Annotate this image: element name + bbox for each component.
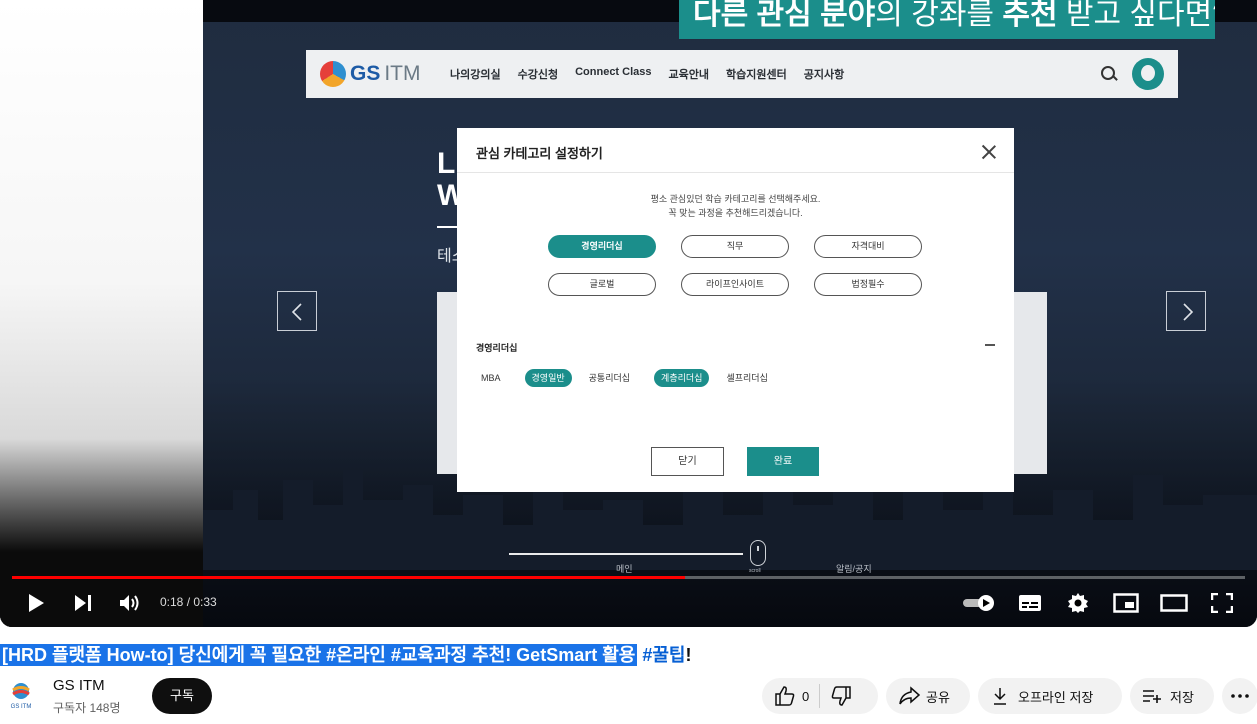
dialog-desc-line: 평소 관심있던 학습 카테고리를 선택해주세요.	[650, 194, 821, 204]
site-nav-item: 나의강의실	[450, 69, 501, 81]
add-to-playlist-icon	[1143, 690, 1161, 703]
player-controls: 0:18 / 0:33	[0, 586, 1257, 620]
bottom-label-main: 메인	[616, 564, 633, 574]
dialog-close-button: 닫기	[651, 447, 724, 476]
fullscreen-icon[interactable]	[1208, 586, 1236, 620]
channel-name[interactable]: GS ITM	[53, 677, 105, 694]
site-nav-item: Connect Class	[575, 66, 652, 78]
progress-played	[12, 576, 685, 579]
subcategory-chip: 경영일반	[524, 369, 572, 387]
duration: 0:33	[193, 595, 217, 609]
gs-logo-icon	[320, 61, 346, 87]
dialog-title: 관심 카테고리 설정하기	[476, 146, 603, 161]
site-nav-item: 수강신청	[517, 69, 559, 81]
subcategory-chip: 공통리더십	[588, 373, 631, 383]
category-chip: 경영리더십	[548, 235, 656, 258]
subcategory-chip: 셀프리더십	[726, 373, 768, 383]
site-header: GS ITM 나의강의실 수강신청 Connect Class 교육안내 학습지…	[306, 50, 1178, 98]
dislike-button[interactable]	[830, 685, 852, 707]
current-time: 0:18	[160, 595, 184, 609]
video-banner: 다른 관심 분야의 강좌를 추천 받고 싶다면?	[679, 0, 1215, 39]
video-left-strip	[0, 0, 203, 627]
play-icon[interactable]	[22, 586, 50, 620]
progress-bar[interactable]	[12, 576, 1245, 579]
interest-dialog: 관심 카테고리 설정하기 평소 관심있던 학습 카테고리를 선택해주세요. 꼭 …	[457, 128, 1014, 492]
time-display: 0:18 / 0:33	[160, 595, 217, 609]
download-label: 오프라인 저장	[1018, 689, 1094, 705]
video-title-selected: [HRD 플랫폼 How-to] 당신에게 꼭 필요한 #온라인 #교육과정 추…	[0, 644, 638, 666]
subtitles-icon[interactable]	[1016, 586, 1044, 620]
theater-mode-icon[interactable]	[1158, 586, 1190, 620]
subscribe-button[interactable]: 구독	[152, 678, 212, 714]
share-button[interactable]: 공유	[886, 678, 970, 714]
subcategory-row: MBA 경영일반 공통리더십 계층리더십 셀프리더십	[481, 369, 792, 387]
thumb-up-icon	[775, 686, 795, 706]
site-nav-item: 공지사항	[803, 69, 845, 81]
site-search-icon	[1100, 65, 1118, 83]
dialog-desc-line: 꼭 맞는 과정을 추천해드리겠습니다.	[668, 208, 803, 218]
site-profile-icon	[1132, 58, 1164, 90]
bottom-label-scroll: scroll	[749, 568, 761, 574]
scroll-mouse-icon	[750, 540, 766, 566]
video-title: [HRD 플랫폼 How-to] 당신에게 꼭 필요한 #온라인 #교육과정 추…	[0, 641, 692, 667]
category-chip: 법정필수	[814, 273, 922, 296]
subcategory-chip: MBA	[481, 373, 501, 383]
channel-avatar[interactable]: GS ITM	[8, 681, 34, 711]
more-actions-button[interactable]	[1222, 678, 1257, 714]
scroll-indicator-line	[509, 553, 743, 555]
category-chip: 글로벌	[548, 273, 656, 296]
collapse-icon	[985, 344, 995, 346]
download-button[interactable]: 오프라인 저장	[978, 678, 1122, 714]
svg-text:GS ITM: GS ITM	[11, 704, 32, 710]
like-button[interactable]: 0	[762, 685, 809, 707]
share-label: 공유	[926, 689, 950, 705]
thumb-down-icon	[831, 686, 851, 706]
title-suffix: !	[685, 645, 692, 665]
download-icon	[994, 688, 1006, 705]
miniplayer-icon[interactable]	[1112, 586, 1140, 620]
autoplay-toggle-icon[interactable]	[960, 586, 998, 620]
dialog-done-button: 완료	[747, 447, 819, 476]
share-icon	[899, 686, 920, 705]
site-logo: GS ITM	[320, 61, 430, 87]
video-player[interactable]: 다른 관심 분야의 강좌를 추천 받고 싶다면? GS ITM 나의강의실 수강…	[0, 0, 1257, 627]
site-nav-item: 학습지원센터	[726, 69, 787, 81]
logo-gs-text: GS	[350, 62, 381, 85]
settings-gear-icon[interactable]	[1064, 586, 1092, 620]
category-chip: 라이프인사이트	[681, 273, 789, 296]
dialog-divider	[457, 172, 1014, 173]
subsection-title: 경영리더십	[476, 343, 518, 353]
slide-prev-icon	[277, 291, 317, 331]
category-grid: 경영리더십 직무 자격대비 글로벌 라이프인사이트 법정필수	[548, 235, 923, 296]
subscriber-count: 구독자 148명	[53, 701, 121, 715]
site-nav: 나의강의실 수강신청 Connect Class 교육안내 학습지원센터 공지사…	[450, 66, 844, 82]
like-divider	[819, 684, 821, 708]
category-chip: 자격대비	[814, 235, 922, 258]
category-chip: 직무	[681, 235, 789, 258]
dialog-close-icon	[979, 142, 999, 162]
site-nav-item: 교육안내	[668, 69, 709, 81]
slide-next-icon	[1166, 291, 1206, 331]
more-horizontal-icon	[1231, 694, 1249, 698]
like-count: 0	[802, 688, 810, 704]
logo-itm-text: ITM	[384, 62, 421, 85]
save-button[interactable]: 저장	[1130, 678, 1214, 714]
next-video-icon[interactable]	[70, 586, 96, 620]
subcategory-chip: 계층리더십	[654, 369, 710, 387]
save-label: 저장	[1170, 689, 1194, 705]
like-dislike-group: 0	[762, 678, 878, 714]
bottom-label-notice: 알림/공지	[836, 564, 872, 574]
volume-icon[interactable]	[116, 586, 144, 620]
dialog-description: 평소 관심있던 학습 카테고리를 선택해주세요. 꼭 맞는 과정을 추천해드리겠…	[457, 192, 1014, 220]
hashtag-link[interactable]: #꿀팁	[642, 645, 685, 665]
